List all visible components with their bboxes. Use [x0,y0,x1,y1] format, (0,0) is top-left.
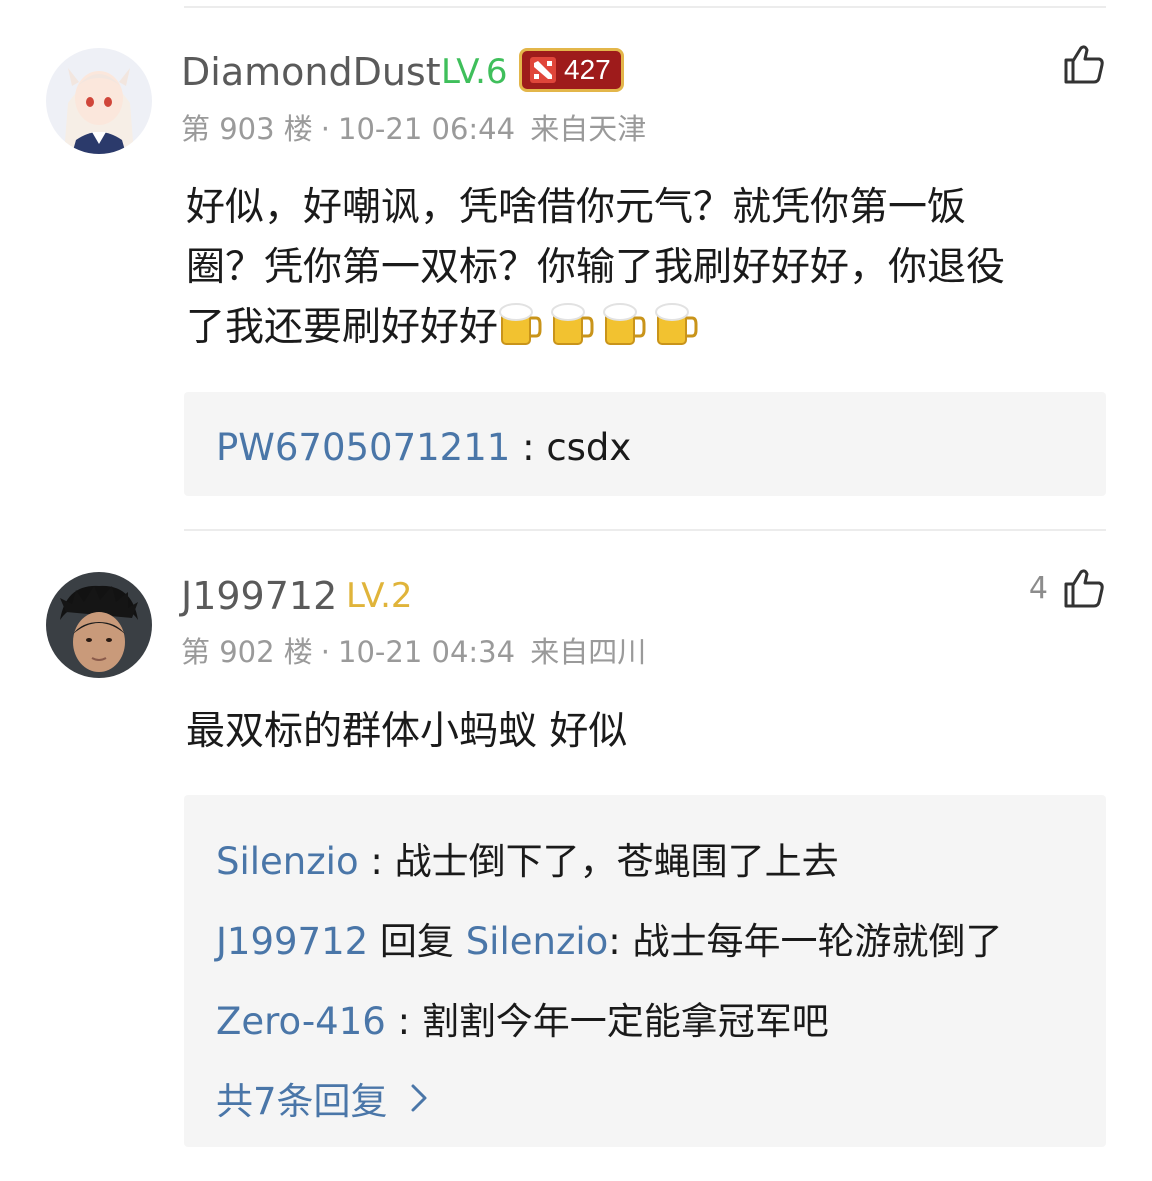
anime-avatar-icon [46,48,152,154]
badge-count: 427 [564,54,611,85]
username[interactable]: J199712 [181,574,337,618]
comment-divider [184,529,1106,531]
reply-box[interactable]: PW6705071211 : csdx [184,392,1106,496]
reply-separator: : [385,1000,422,1043]
more-replies-label: 共7条回复 [216,1080,388,1123]
reply-separator: : [608,920,633,963]
reply-username[interactable]: Silenzio [216,840,359,883]
reply-separator: : [510,426,547,469]
comment-line-with-emoji: 了我还要刷好好好 [186,298,1106,358]
timestamp: 10-21 06:44 [338,112,516,146]
thumbs-up-icon [1064,569,1104,608]
location: 来自天津 [530,112,647,146]
location: 来自四川 [530,635,647,669]
reply-text: csdx [546,426,632,469]
like-count: 4 [1028,570,1048,606]
reply-username[interactable]: J199712 [216,920,368,963]
reply-text: 割割今年一定能拿冠军吧 [421,1000,829,1043]
beer-mug-icon [499,303,542,345]
chevron-right-icon [411,1084,427,1112]
top-divider [184,6,1106,8]
reply-item[interactable]: Silenzio : 战士倒下了，苍蝇围了上去 [216,831,839,885]
like-button[interactable]: 4 [1029,566,1106,610]
username[interactable]: DiamondDust [181,50,441,94]
person-avatar-icon [46,572,152,678]
level-badge: LV.2 [346,576,413,616]
reply-item[interactable]: PW6705071211 : csdx [216,426,631,469]
more-replies-link[interactable]: 共7条回复 [216,1071,428,1125]
thumbs-up-icon [1064,45,1104,84]
reply-item[interactable]: J199712 回复 Silenzio: 战士每年一轮游就倒了 [216,911,1003,965]
timestamp: 10-21 04:34 [338,635,516,669]
avatar[interactable] [46,572,152,678]
comment-line: 了我还要刷好好好 [186,305,499,350]
beer-mug-icon [551,303,594,345]
reply-text: 战士每年一轮游就倒了 [632,920,1003,963]
reply-separator: : [358,840,395,883]
reply-item[interactable]: Zero-416 : 割割今年一定能拿冠军吧 [216,991,829,1045]
floor-number: 第 903 楼 [181,112,313,146]
level-badge: LV.6 [441,52,508,92]
comment-meta: 第 903 楼 · 10-21 06:44 来自天津 [181,106,646,148]
reply-box[interactable]: Silenzio : 战士倒下了，苍蝇围了上去 J199712 回复 Silen… [184,795,1106,1147]
beer-mug-icon [603,303,646,345]
reply-text: 战士倒下了，苍蝇围了上去 [394,840,839,883]
comment-text: 最双标的群体小蚂蚁 好似 [186,702,1106,762]
comment-line: 好似，好嘲讽，凭啥借你元气？就凭你第一饭 [186,185,967,230]
reply-username[interactable]: PW6705071211 [216,426,510,469]
like-button[interactable] [1048,42,1106,86]
dota-logo-icon [530,57,556,83]
meta-separator: · [320,635,331,669]
reply-to-username[interactable]: Silenzio [466,920,609,963]
meta-separator: · [320,112,331,146]
reply-username[interactable]: Zero-416 [216,1000,386,1043]
comment-meta: 第 902 楼 · 10-21 04:34 来自四川 [181,629,646,671]
avatar[interactable] [46,48,152,154]
comment-line: 圈？凭你第一双标？你输了我刷好好好，你退役 [186,245,1006,290]
reply-word: 回复 [368,920,466,963]
fan-badge[interactable]: 427 [519,48,624,92]
comment-text: 好似，好嘲讽，凭啥借你元气？就凭你第一饭 圈？凭你第一双标？你输了我刷好好好，你… [186,178,1106,358]
floor-number: 第 902 楼 [181,635,313,669]
beer-mug-icon [655,303,698,345]
comment-line: 最双标的群体小蚂蚁 好似 [186,709,628,754]
emoji-group [498,300,698,348]
